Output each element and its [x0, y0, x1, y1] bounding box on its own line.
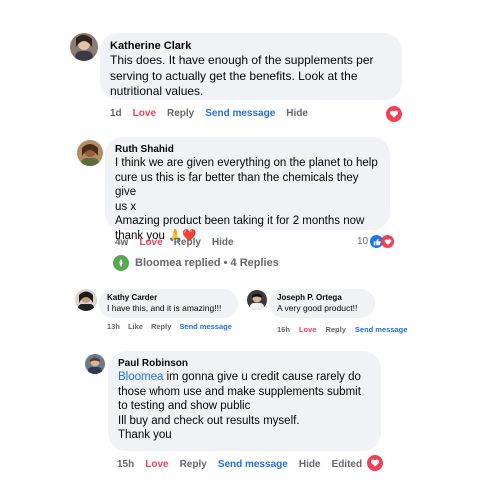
- comment-time[interactable]: 15h: [117, 459, 134, 470]
- comment-author[interactable]: Paul Robinson: [118, 357, 371, 370]
- comment-time[interactable]: 13h: [107, 322, 120, 331]
- heart-icon: [367, 455, 383, 471]
- view-replies-link[interactable]: Bloomea replied • 4 Replies: [113, 255, 279, 271]
- edited-label: Edited: [331, 459, 363, 470]
- comment-author[interactable]: Joseph P. Ortega: [277, 293, 367, 303]
- comment-time[interactable]: 1d: [110, 108, 122, 119]
- comment-text: A very good product!!: [277, 303, 358, 313]
- comment-bubble: Joseph P. Ortega A very good product!!: [269, 289, 375, 318]
- comment-bubble: Ruth Shahid I think we are given everyth…: [105, 137, 390, 242]
- comment-time[interactable]: 16h: [277, 325, 290, 334]
- comment-bubble: Kathy Carder I have this, and it is amaz…: [99, 289, 238, 318]
- bloomea-logo-icon: [113, 255, 129, 271]
- reply-button[interactable]: Reply: [325, 325, 345, 334]
- love-button[interactable]: Love: [133, 108, 156, 119]
- comment-author[interactable]: Kathy Carder: [107, 293, 230, 303]
- heart-icon: [381, 235, 395, 248]
- comment-text: This does. It have enough of the supplem…: [110, 53, 374, 98]
- send-message-button[interactable]: Send message: [355, 325, 408, 334]
- comment-actions: 4w Love Reply Hide: [115, 237, 234, 248]
- comment-author[interactable]: Ruth Shahid: [115, 143, 380, 156]
- avatar[interactable]: [77, 140, 103, 166]
- comment-actions: 1d Love Reply Send message Hide: [110, 108, 308, 119]
- hide-button[interactable]: Hide: [286, 108, 308, 119]
- hide-button[interactable]: Hide: [212, 237, 234, 248]
- send-message-button[interactable]: Send message: [218, 459, 288, 470]
- reply-button[interactable]: Reply: [151, 322, 171, 331]
- mention-link[interactable]: Bloomea: [118, 371, 163, 383]
- heart-icon: [386, 106, 402, 122]
- love-button[interactable]: Love: [299, 325, 317, 334]
- avatar[interactable]: [85, 354, 105, 374]
- send-message-button[interactable]: Send message: [179, 322, 232, 331]
- like-button[interactable]: Like: [128, 322, 143, 331]
- reaction-badge[interactable]: [367, 455, 383, 471]
- reply-button[interactable]: Reply: [167, 108, 194, 119]
- comment-actions: 16h Love Reply Send message: [277, 325, 407, 334]
- avatar[interactable]: [70, 33, 98, 61]
- comment-actions: 15h Love Reply Send message Hide Edited: [117, 459, 362, 470]
- avatar[interactable]: [247, 290, 267, 310]
- comment-bubble: Paul Robinson Bloomea im gonna give u cr…: [108, 351, 381, 451]
- love-button[interactable]: Love: [139, 237, 162, 248]
- comment-text: I think we are given everything on the p…: [115, 157, 378, 242]
- hide-button[interactable]: Hide: [299, 459, 321, 470]
- reaction-count-label: 10: [357, 236, 369, 247]
- replies-summary: Bloomea replied • 4 Replies: [135, 257, 279, 269]
- reaction-badge[interactable]: [386, 106, 402, 122]
- comment-text: Bloomea im gonna give u credit cause rar…: [118, 370, 371, 443]
- reply-button[interactable]: Reply: [174, 237, 201, 248]
- avatar[interactable]: [75, 289, 97, 311]
- comment-bubble: Katherine Clark This does. It have enoug…: [100, 33, 402, 100]
- comment-actions: 13h Like Reply Send message: [107, 322, 232, 331]
- love-button[interactable]: Love: [145, 459, 168, 470]
- comment-text: I have this, and it is amazing!!!: [107, 303, 222, 313]
- comment-time[interactable]: 4w: [115, 237, 128, 248]
- reaction-count[interactable]: 10: [357, 235, 395, 248]
- reply-button[interactable]: Reply: [180, 459, 207, 470]
- comment-author[interactable]: Katherine Clark: [110, 39, 392, 53]
- send-message-button[interactable]: Send message: [205, 108, 275, 119]
